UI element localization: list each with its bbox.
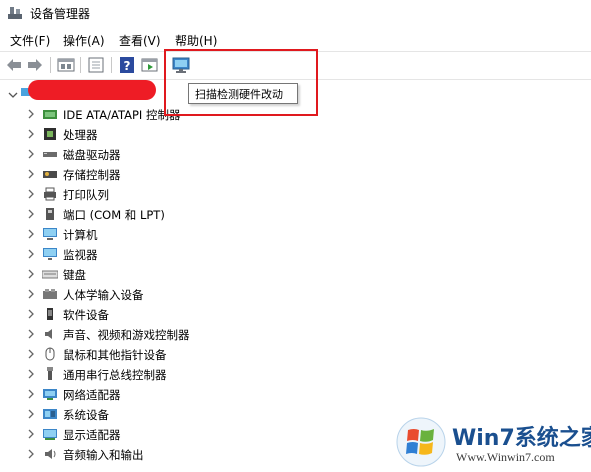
software-device-icon — [47, 308, 53, 320]
computer-icon — [43, 228, 57, 240]
tree-item-label: 键盘 — [63, 267, 86, 283]
tree-item[interactable]: 键盘 — [0, 264, 591, 284]
chevron-right-icon[interactable] — [27, 429, 35, 439]
watermark-url: Www.Winwin7.com — [456, 450, 555, 464]
chevron-right-icon[interactable] — [27, 149, 35, 159]
scan-tooltip: 扫描检测硬件改动 — [188, 83, 298, 104]
svg-text:?: ? — [124, 59, 131, 73]
toolbar: ? — [0, 52, 591, 78]
chevron-right-icon[interactable] — [27, 329, 35, 339]
tree-item[interactable]: 监视器 — [0, 244, 591, 264]
tree-item[interactable]: 打印队列 — [0, 184, 591, 204]
tree-item-label: 鼠标和其他指针设备 — [63, 348, 167, 362]
chevron-right-icon[interactable] — [27, 349, 35, 359]
toolbar-separator — [111, 57, 112, 73]
tree-item-label: 显示适配器 — [63, 428, 121, 442]
windows-logo-icon — [396, 417, 446, 467]
tree-item[interactable]: 通用串行总线控制器 — [0, 364, 591, 384]
window-title: 设备管理器 — [30, 7, 91, 21]
display-adapter-icon — [43, 429, 57, 440]
chevron-right-icon[interactable] — [27, 309, 35, 319]
chevron-right-icon[interactable] — [27, 289, 35, 299]
tree-item-label: 计算机 — [63, 228, 98, 242]
chevron-right-icon[interactable] — [27, 389, 35, 399]
disk-drive-icon — [43, 152, 57, 157]
tree-item-label: 声音、视频和游戏控制器 — [63, 328, 190, 342]
tree-item[interactable]: 端口 (COM 和 LPT) — [0, 204, 591, 224]
menu-action[interactable]: 操作(A) — [61, 32, 107, 49]
system-device-icon — [43, 409, 57, 419]
properties-icon[interactable] — [56, 55, 76, 75]
chevron-right-icon[interactable] — [27, 229, 35, 239]
site-watermark: Win7系统之家 Www.Winwin7.com — [394, 414, 591, 470]
monitor-icon — [43, 248, 57, 260]
tree-item[interactable]: 鼠标和其他指针设备 — [0, 344, 591, 364]
audio-io-icon — [45, 449, 56, 459]
tree-item-label: 端口 (COM 和 LPT) — [63, 208, 165, 222]
ide-controller-icon — [43, 110, 57, 119]
help-icon[interactable]: ? — [117, 55, 137, 75]
chevron-down-icon[interactable] — [8, 91, 18, 99]
printer-icon — [44, 187, 56, 201]
menu-bar: 文件(F) 操作(A) 查看(V) 帮助(H) — [0, 30, 591, 50]
network-adapter-icon — [43, 389, 57, 400]
tree-item[interactable]: 声音、视频和游戏控制器 — [0, 324, 591, 344]
tree-item-label: 通用串行总线控制器 — [63, 368, 167, 382]
back-arrow-icon[interactable] — [4, 55, 24, 75]
tree-item[interactable]: 网络适配器 — [0, 384, 591, 404]
chevron-right-icon[interactable] — [27, 369, 35, 379]
tree-item-label: 网络适配器 — [63, 388, 121, 402]
tree-item[interactable]: 存储控制器 — [0, 164, 591, 184]
usb-icon — [47, 367, 53, 380]
menu-file[interactable]: 文件(F) — [8, 32, 52, 49]
tree-item[interactable]: 人体学输入设备 — [0, 284, 591, 304]
watermark-brand: Win7系统之家 — [452, 426, 591, 451]
chevron-right-icon[interactable] — [27, 129, 35, 139]
tree-item-label: 打印队列 — [63, 188, 109, 202]
redaction-mark — [28, 80, 156, 100]
forward-arrow-icon[interactable] — [25, 55, 45, 75]
tree-item-label: 监视器 — [63, 248, 98, 262]
scan-hardware-icon[interactable] — [171, 55, 191, 75]
tree-item-label: 处理器 — [63, 128, 98, 142]
keyboard-icon — [42, 270, 58, 279]
tree-item[interactable]: 处理器 — [0, 124, 591, 144]
tree-item-label: 音频输入和输出 — [63, 448, 144, 462]
tree-item[interactable]: IDE ATA/ATAPI 控制器 — [0, 104, 591, 124]
toolbar-separator — [80, 57, 81, 73]
toolbar-separator — [165, 57, 166, 73]
chevron-right-icon[interactable] — [27, 409, 35, 419]
chevron-right-icon[interactable] — [27, 449, 35, 459]
mouse-icon — [45, 347, 55, 361]
chevron-right-icon[interactable] — [27, 109, 35, 119]
hid-icon — [43, 289, 57, 299]
chevron-right-icon[interactable] — [27, 269, 35, 279]
menu-view[interactable]: 查看(V) — [117, 32, 163, 49]
sound-icon — [45, 329, 52, 339]
tree-item-label: 软件设备 — [63, 308, 109, 322]
processor-icon — [44, 128, 56, 140]
title-bar: 设备管理器 — [0, 0, 591, 26]
chevron-right-icon[interactable] — [27, 169, 35, 179]
update-driver-icon[interactable] — [86, 55, 106, 75]
device-manager-icon — [8, 7, 22, 19]
chevron-right-icon[interactable] — [27, 189, 35, 199]
tree-item-label: 系统设备 — [63, 408, 109, 422]
run-icon[interactable] — [140, 55, 160, 75]
chevron-right-icon[interactable] — [27, 249, 35, 259]
tree-item[interactable]: 磁盘驱动器 — [0, 144, 591, 164]
chevron-right-icon[interactable] — [27, 209, 35, 219]
menu-help[interactable]: 帮助(H) — [173, 32, 219, 49]
storage-controller-icon — [43, 171, 57, 178]
tree-item[interactable]: 软件设备 — [0, 304, 591, 324]
tree-item-label: IDE ATA/ATAPI 控制器 — [63, 108, 181, 122]
toolbar-separator — [50, 57, 51, 73]
tree-item-label: 磁盘驱动器 — [63, 148, 121, 162]
tree-item-label: 人体学输入设备 — [63, 288, 144, 302]
port-icon — [46, 208, 54, 220]
tree-item-label: 存储控制器 — [63, 168, 121, 182]
tree-item[interactable]: 计算机 — [0, 224, 591, 244]
